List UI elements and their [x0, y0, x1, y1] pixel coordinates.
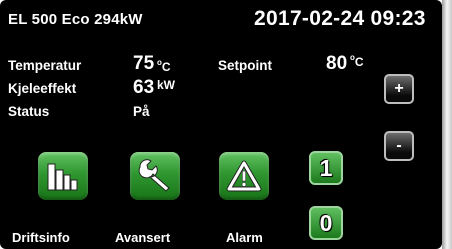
status-label: Status: [8, 104, 50, 119]
alarm-label: Alarm: [226, 230, 263, 245]
bar-chart-icon: [47, 163, 78, 191]
power-unit: kW: [157, 78, 175, 92]
driftsinfo-button[interactable]: [38, 152, 88, 200]
off-label: 0: [319, 209, 333, 236]
alarm-button[interactable]: [219, 152, 269, 200]
on-label: 1: [319, 154, 333, 181]
temperature-value: 75: [133, 53, 155, 74]
hmi-screen: EL 500 Eco 294kW 2017-02-24 09:23 Temper…: [0, 0, 442, 249]
date-time: 2017-02-24 09:23: [254, 7, 426, 30]
temperature-unit: oC: [157, 58, 171, 74]
wrench-icon: [138, 159, 170, 192]
setpoint-unit: oC: [350, 53, 364, 69]
on-button[interactable]: 1: [309, 151, 343, 185]
power-value: 63: [133, 77, 155, 98]
setpoint-value: 80: [326, 53, 348, 74]
boiler-model: EL 500 Eco 294kW: [8, 11, 143, 28]
off-button[interactable]: 0: [309, 206, 343, 240]
warning-triangle-icon: [226, 160, 262, 192]
status-value: På: [133, 104, 150, 119]
driftsinfo-label: Driftsinfo: [12, 230, 70, 245]
setpoint-label: Setpoint: [218, 58, 272, 73]
power-label: Kjeleeffekt: [8, 81, 77, 96]
avansert-label: Avansert: [115, 230, 171, 245]
temperature-label: Temperatur: [8, 58, 82, 73]
setpoint-decrease-button[interactable]: -: [384, 131, 414, 161]
setpoint-increase-button[interactable]: +: [384, 74, 414, 104]
device-frame-edge: [442, 0, 452, 249]
avansert-button[interactable]: [130, 152, 180, 200]
